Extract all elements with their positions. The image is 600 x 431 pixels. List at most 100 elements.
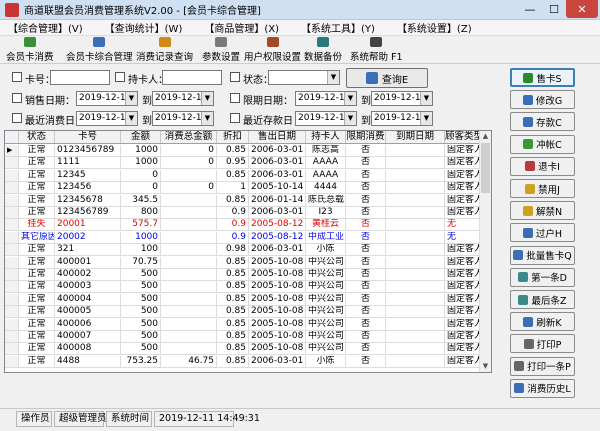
column-header[interactable]: 售出日期 xyxy=(249,131,306,143)
table-row[interactable]: 其它原因 20002 1000 0.9 2005-08-12 中成工业否 无 xyxy=(5,231,481,244)
column-header[interactable]: 卡号 xyxy=(55,131,121,143)
table-cell: 否 xyxy=(346,219,386,231)
side-button[interactable]: 存款C xyxy=(510,112,575,132)
table-cell: 123456 xyxy=(55,182,121,194)
table-row[interactable]: 正常 1111 1000 0 0.95 2006-03-01 AAAA 否 固定客人 xyxy=(5,157,481,170)
toolbar: 会员卡消费 会员卡综合管理 消费记录查询 参数设置 用户权限设置 数据备份 系统… xyxy=(0,36,600,64)
scroll-thumb[interactable] xyxy=(481,143,490,193)
toolbar-backup[interactable]: 数据备份 xyxy=(304,37,342,63)
toolbar-params[interactable]: 参数设置 xyxy=(202,37,240,63)
status-checkbox[interactable] xyxy=(230,72,240,82)
table-cell xyxy=(386,331,445,342)
table-cell: 123456789 xyxy=(55,207,121,218)
table-cell: 否 xyxy=(346,343,386,355)
menu-query-stats[interactable]: 【查询统计】(W) xyxy=(105,20,183,35)
maximize-button[interactable]: ☐ xyxy=(542,0,566,18)
side-button[interactable]: 消费历史L xyxy=(510,378,575,398)
toolbar-permissions[interactable]: 用户权限设置 xyxy=(244,37,301,63)
toolbar-record-query[interactable]: 消费记录查询 xyxy=(136,37,193,63)
side-button[interactable]: 过户H xyxy=(510,223,575,243)
card-checkbox[interactable] xyxy=(12,72,22,82)
table-cell: 固定客人 xyxy=(447,355,481,367)
toolbar-card-consume[interactable]: 会员卡消费 xyxy=(6,37,54,63)
query-button[interactable]: 查询E xyxy=(346,68,428,88)
last-deposit-to[interactable]: 2019-12-11 ▼ xyxy=(371,111,433,126)
limit-date-to[interactable]: 2019-12-11 ▼ xyxy=(371,91,433,106)
last-deposit-from[interactable]: 2019-12-11 ▼ xyxy=(295,111,357,126)
chevron-down-icon: ▼ xyxy=(344,92,356,105)
chevron-down-icon: ▼ xyxy=(420,112,432,125)
side-button[interactable]: 冲帐C xyxy=(510,134,575,154)
sale-date-from[interactable]: 2019-12-11 ▼ xyxy=(76,91,138,106)
table-row[interactable]: 正常 123456 0 0 1 2005-10-14 4444 否固定客人 xyxy=(5,182,481,195)
column-header[interactable]: 持卡人 xyxy=(306,131,346,143)
table-row[interactable]: 正常 400007 500 0.85 2005-10-08 中兴公司否 固定客人 xyxy=(5,331,481,343)
table-row[interactable]: ▶ 正常 0123456789 1000 0 0.85 2006-03-01 陈志高否 固定客人 xyxy=(5,145,481,157)
last-consume-from[interactable]: 2019-12-11 ▼ xyxy=(76,111,138,126)
side-button[interactable]: 刷新K xyxy=(510,312,575,332)
button-icon xyxy=(523,316,534,327)
table-row[interactable]: 正常 400003 500 0.85 2005-10-08 中兴公司否 固定客人 xyxy=(5,281,481,294)
column-header[interactable]: 折扣 xyxy=(217,131,249,143)
side-button[interactable]: 退卡I xyxy=(510,156,575,176)
column-header[interactable]: 金额 xyxy=(121,131,161,143)
toolbar-card-manage[interactable]: 会员卡综合管理 xyxy=(66,37,133,63)
card-input[interactable] xyxy=(50,70,110,85)
table-row[interactable]: 正常 400006 500 0.85 2005-10-08 中兴公司否 固定客人 xyxy=(5,318,481,331)
side-button[interactable]: 打印一条P xyxy=(510,356,575,376)
menu-tools[interactable]: 【系统工具】(Y) xyxy=(301,20,375,35)
column-header[interactable]: 顾客类型 xyxy=(445,131,481,143)
table-row[interactable]: 正常 400004 500 0.85 2005-10-08 中兴公司否 固定客人 xyxy=(5,293,481,306)
table-cell: 否 xyxy=(346,318,386,330)
menu-settings[interactable]: 【系统设置】(Z) xyxy=(397,20,472,35)
sale-date-to[interactable]: 2019-12-11 ▼ xyxy=(152,91,214,106)
side-button[interactable]: 禁用J xyxy=(510,179,575,198)
side-button[interactable]: 第一条D xyxy=(510,267,575,287)
limit-date-checkbox[interactable] xyxy=(230,93,240,103)
menu-goods[interactable]: 【商品管理】(X) xyxy=(204,20,279,35)
table-cell: 800 xyxy=(121,207,161,218)
table-cell: 0.85 xyxy=(217,194,249,206)
holder-input[interactable] xyxy=(162,70,222,85)
side-button[interactable]: 修改G xyxy=(510,90,575,110)
table-row[interactable]: 正常 12345678 345.5 0.85 2006-01-14 陈氏总载否 固定客人 xyxy=(5,194,481,207)
column-header[interactable]: 状态 xyxy=(19,131,55,143)
table-row[interactable]: 正常 321 100 0.98 2006-03-01 小陈否 固定客人 xyxy=(5,244,481,257)
limit-date-from[interactable]: 2019-12-11 ▼ xyxy=(295,91,357,106)
side-button[interactable]: 打印P xyxy=(510,334,575,354)
last-deposit-checkbox[interactable] xyxy=(230,113,240,123)
column-header[interactable]: 到期日期 xyxy=(386,131,445,143)
table-cell: 无 xyxy=(445,231,481,243)
table-row[interactable]: 挂失 20001 575.7 0.9 2005-08-12 黄桂云否 无 xyxy=(5,219,481,232)
table-row[interactable]: 正常 123456789 800 0.9 2006-03-01 I23 否 固定客人 xyxy=(5,207,481,219)
column-header[interactable]: 限期消费 xyxy=(346,131,386,143)
side-button[interactable]: 最后条Z xyxy=(510,290,575,309)
side-button[interactable]: 批量售卡Q xyxy=(510,245,575,265)
table-row[interactable]: 正常 400008 500 0.85 2005-10-08 中兴公司否 固定客人 xyxy=(5,343,481,356)
last-consume-to[interactable]: 2019-12-11 ▼ xyxy=(152,111,214,126)
scroll-up-icon[interactable]: ▲ xyxy=(480,131,491,142)
close-button[interactable]: ✕ xyxy=(566,0,598,18)
menu-general[interactable]: 【综合管理】(V) xyxy=(8,20,83,35)
minimize-button[interactable]: — xyxy=(518,0,542,18)
holder-checkbox[interactable] xyxy=(115,72,125,82)
last-consume-checkbox[interactable] xyxy=(12,113,22,123)
column-header[interactable]: 消费总金额 xyxy=(161,131,217,143)
status-select[interactable]: ▼ xyxy=(268,70,340,85)
table-row[interactable]: 正常 4488 753.25 46.75 0.85 2006-03-01 小陈否 固定客人 xyxy=(5,355,481,368)
side-button[interactable]: 解禁N xyxy=(510,201,575,221)
table-row[interactable]: 正常 400001 70.75 0.85 2005-10-08 中兴公司否 固定客人 xyxy=(5,256,481,269)
card-table[interactable]: 状态 卡号 金额 消费总金额 折扣 售出日期 持卡人 限期消费 到期日期 顾客类型 ▶ 正常 0123… xyxy=(4,130,492,373)
table-row[interactable]: 正常 400005 500 0.85 2005-10-08 中兴公司否 固定客人 xyxy=(5,306,481,319)
scroll-down-icon[interactable]: ▼ xyxy=(480,361,491,372)
button-icon xyxy=(513,250,524,261)
sale-date-checkbox[interactable] xyxy=(12,93,22,103)
side-button[interactable]: 售卡S xyxy=(510,68,575,87)
database-icon xyxy=(317,37,329,47)
row-indicator xyxy=(5,355,19,367)
toolbar-help[interactable]: 系统帮助 F1 xyxy=(350,37,403,63)
table-row[interactable]: 正常 400002 500 0.85 2005-10-08 中兴公司否 固定客人 xyxy=(5,269,481,281)
table-cell xyxy=(386,256,445,268)
vertical-scrollbar[interactable]: ▲ ▼ xyxy=(479,131,491,372)
table-row[interactable]: 正常 12345 0 0.85 2006-03-01 AAAA 否 固定客人 xyxy=(5,169,481,182)
